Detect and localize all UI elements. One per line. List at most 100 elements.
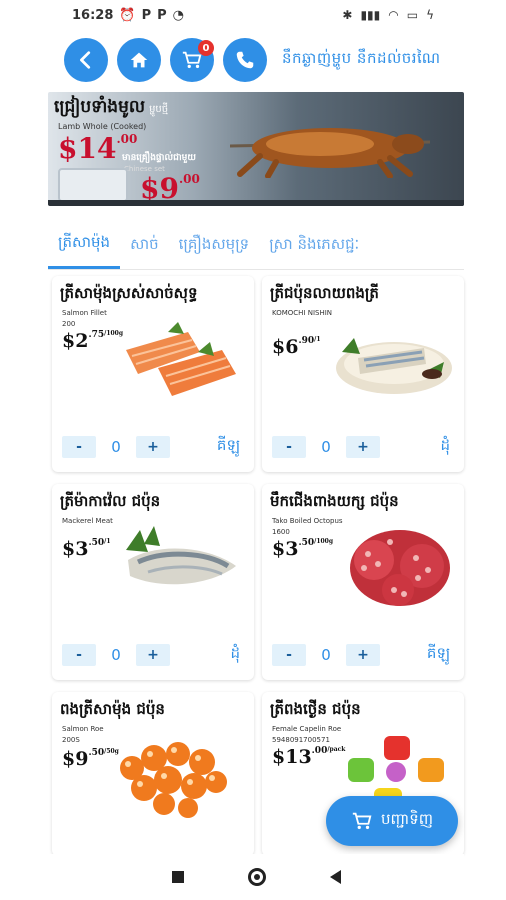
product-code: 1600 <box>272 528 290 536</box>
komochi-nishin-image <box>336 338 452 394</box>
product-code: 200S <box>62 736 80 744</box>
price-main: $2 <box>62 330 89 352</box>
quantity-stepper: - 0 + <box>62 644 170 666</box>
recents-icon[interactable] <box>171 871 184 883</box>
product-name: មឹកជើងពាងយក្ស ជប៉ុន <box>270 492 399 510</box>
tab-meat[interactable]: សាច់ <box>120 222 169 269</box>
cart-button[interactable]: 0 <box>170 38 214 82</box>
banner-subtitle: Lamb Whole (Cooked) <box>58 122 147 131</box>
back-button[interactable] <box>64 38 108 82</box>
banner-price1-main: $14 <box>58 132 117 165</box>
unit-label[interactable]: ដុំ <box>440 436 450 458</box>
alarm-icon: ⏰ <box>119 7 136 23</box>
cart-count-badge: 0 <box>198 40 214 56</box>
battery-icon: ▭ <box>406 8 419 22</box>
qty-minus-button[interactable]: - <box>62 644 96 666</box>
qty-minus-button[interactable]: - <box>272 644 306 666</box>
qty-plus-button[interactable]: + <box>136 644 170 666</box>
price-cents: .00 <box>311 746 328 756</box>
roast-lamb-image <box>230 128 430 178</box>
quantity-stepper: - 0 + <box>62 436 170 458</box>
parking-icon: P <box>157 7 167 23</box>
product-name: ត្រីពងថ្ងើន ជប៉ុន <box>270 700 361 718</box>
product-card[interactable]: ត្រីសាម៉ុងស្រស់សាច់សុទ្ធ Salmon Fillet 20… <box>52 276 254 472</box>
product-card[interactable]: ត្រីជប៉ុនលាយពងត្រី KOMOCHI NISHIN $6.90/… <box>262 276 464 472</box>
product-en-name: Female Capelin Roe <box>272 725 342 733</box>
qty-value: 0 <box>111 646 121 664</box>
cart-icon <box>352 812 372 830</box>
order-button-label: បញ្ជាទិញ <box>380 810 434 828</box>
home-icon <box>130 52 148 68</box>
product-subtitle: Salmon Roe 200S <box>62 724 104 746</box>
product-en-name: KOMOCHI NISHIN <box>272 309 333 317</box>
bluetooth-icon: ✱ <box>342 8 353 22</box>
price-unit: /1 <box>104 538 111 545</box>
banner-title-tag: ម្ហូបថ្មី <box>149 104 169 115</box>
price-cents: .90 <box>298 336 315 346</box>
signal-icon: ▮▮▮ <box>360 8 381 22</box>
slogan-link[interactable]: នឹកឆ្ងាញ់ម្ហូប នឹកដល់ចរណៃ <box>282 49 441 71</box>
qty-minus-button[interactable]: - <box>272 436 306 458</box>
promo-banner[interactable]: ជ្រៀបទាំងមូល ម្ហូបថ្មី Lamb Whole (Cooked… <box>48 92 464 206</box>
price-main: $9 <box>62 748 89 770</box>
status-time: 16:28 <box>72 7 114 23</box>
price-main: $3 <box>272 538 299 560</box>
qty-value: 0 <box>321 438 331 456</box>
banner-note: មានគ្រឿងផ្ទាល់ជាមួយ <box>122 153 196 163</box>
qty-minus-button[interactable]: - <box>62 436 96 458</box>
product-price: $6.90/1 <box>272 336 321 358</box>
qty-value: 0 <box>111 438 121 456</box>
home-nav-icon[interactable] <box>247 868 266 886</box>
price-cents: .75 <box>88 330 105 340</box>
banner-bottom-bar <box>48 200 464 206</box>
product-card[interactable]: មឹកជើងពាងយក្ស ជប៉ុន Tako Boiled Octopus 1… <box>262 484 464 680</box>
mackerel-image <box>126 526 236 585</box>
price-main: $6 <box>272 336 299 358</box>
product-subtitle: Mackerel Meat <box>62 516 113 527</box>
product-en-name: Mackerel Meat <box>62 517 113 525</box>
home-button[interactable] <box>117 38 161 82</box>
qty-plus-button[interactable]: + <box>346 436 380 458</box>
status-bar: 16:28 ⏰ P P ◔ ✱ ▮▮▮ ◠ ▭ ϟ <box>0 0 506 30</box>
quantity-stepper: - 0 + <box>272 644 380 666</box>
product-name: ត្រីសាម៉ុងស្រស់សាច់សុទ្ធ <box>60 284 198 302</box>
charging-icon: ϟ <box>426 8 434 22</box>
salmon-fillet-image <box>126 322 236 396</box>
wifi-icon: ◠ <box>388 8 399 22</box>
assistant-icon: ◔ <box>172 7 184 23</box>
price-main: $13 <box>272 746 312 768</box>
product-card[interactable]: ត្រីម៉ាកាវ៉េល ជប៉ុន Mackerel Meat $3.50/… <box>52 484 254 680</box>
tab-seafood[interactable]: គ្រឿងសមុទ្រ <box>169 222 260 269</box>
parking-icon: P <box>141 7 152 23</box>
tab-salmon[interactable]: ត្រីសាម៉ុង <box>48 222 121 269</box>
product-name: ពងត្រីសាម៉ុង ជប៉ុន <box>60 700 165 718</box>
unit-label[interactable]: គីឡូ <box>427 644 450 666</box>
tab-drinks[interactable]: ស្រា និងភេសជ្ជៈ <box>259 222 369 269</box>
banner-price1-cents: .00 <box>116 132 138 146</box>
product-en-name: Salmon Fillet <box>62 309 107 317</box>
order-button[interactable]: បញ្ជាទិញ <box>326 796 458 846</box>
status-left: 16:28 ⏰ P P ◔ <box>72 8 184 23</box>
status-right: ✱ ▮▮▮ ◠ ▭ ϟ <box>342 8 434 22</box>
product-price: $3.50/1 <box>62 538 111 560</box>
price-cents: .50 <box>298 538 315 548</box>
chevron-left-icon <box>80 51 91 69</box>
salmon-roe-image <box>120 742 227 818</box>
product-subtitle: KOMOCHI NISHIN <box>272 308 332 319</box>
qty-plus-button[interactable]: + <box>346 644 380 666</box>
banner-price2-cents: .00 <box>178 172 200 186</box>
qty-plus-button[interactable]: + <box>136 436 170 458</box>
unit-label[interactable]: ដុំ <box>230 644 240 666</box>
chafing-dish-image <box>58 168 128 202</box>
system-nav-bar <box>48 854 464 900</box>
unit-label[interactable]: គីឡូ <box>217 436 240 458</box>
call-button[interactable] <box>223 38 267 82</box>
product-price: $3.50/100g <box>272 538 333 560</box>
product-card[interactable]: ពងត្រីសាម៉ុង ជប៉ុន Salmon Roe 200S $9.50/… <box>52 692 254 856</box>
price-cents: .50 <box>88 538 105 548</box>
banner-title-text: ជ្រៀបទាំងមូល <box>54 97 146 117</box>
product-name: ត្រីជប៉ុនលាយពងត្រី <box>270 284 379 302</box>
octopus-image <box>350 530 450 606</box>
qty-value: 0 <box>321 646 331 664</box>
back-nav-icon[interactable] <box>329 870 341 884</box>
